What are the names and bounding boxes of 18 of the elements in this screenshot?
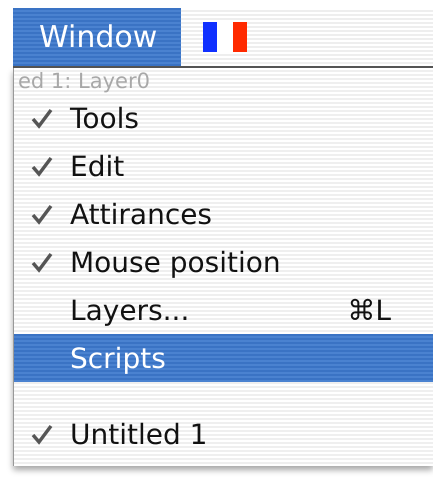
menu-item[interactable]: Tools xyxy=(14,94,433,142)
menu-item-label: Attirances xyxy=(70,198,214,230)
menu-item-label: Mouse position xyxy=(70,246,282,278)
menu-item[interactable]: Layers... ⌘L xyxy=(14,286,433,334)
menu-item[interactable]: Edit xyxy=(14,142,433,190)
flag-icon[interactable] xyxy=(203,22,248,52)
background-text: ed 1: Layer0 xyxy=(17,68,150,94)
menu-item[interactable]: Attirances xyxy=(14,190,433,238)
menu-item-label: Layers... xyxy=(70,294,190,326)
menu-item-label: Scripts xyxy=(70,342,167,374)
menu-item[interactable]: Mouse position xyxy=(14,238,433,286)
menu-item-label: Tools xyxy=(70,102,140,134)
menu-item-label: Untitled 1 xyxy=(70,418,208,450)
menu-item-label: Edit xyxy=(70,150,126,182)
menu-title[interactable]: Window xyxy=(13,8,182,66)
menu-item[interactable]: Untitled 1 xyxy=(14,410,433,458)
shortcut-label: ⌘L xyxy=(347,294,392,326)
menu-item[interactable]: Scripts xyxy=(14,334,433,382)
